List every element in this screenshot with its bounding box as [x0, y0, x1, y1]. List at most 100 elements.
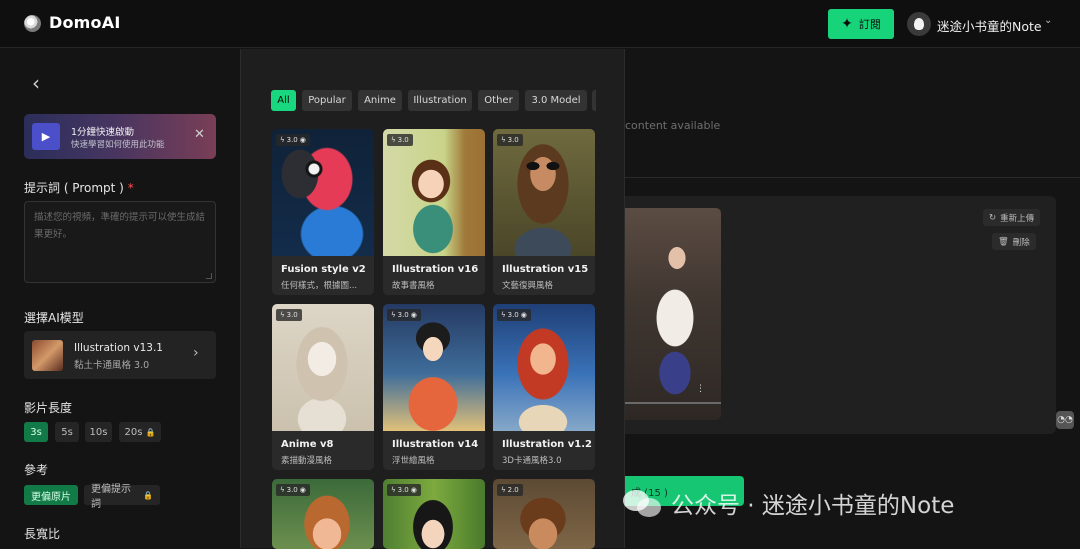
delete-button[interactable]: 🗑 刪除: [992, 233, 1036, 250]
close-icon[interactable]: ✕: [194, 127, 205, 142]
reference-option-original[interactable]: 更偏原片: [24, 485, 78, 505]
bolt-icon: ϟ: [280, 136, 285, 144]
duration-option-5s[interactable]: 5s: [55, 422, 79, 442]
quickstart-subtitle: 快速學習如何使用此功能: [71, 140, 165, 150]
eye-icon: ◉: [520, 311, 527, 319]
quickstart-banner[interactable]: ▶ 1分鐘快速啟動 快速學習如何使用此功能 ✕: [24, 114, 216, 159]
prompt-label: 提示詞 ( Prompt ) *: [24, 179, 134, 196]
reupload-label: 重新上傳: [1000, 213, 1035, 224]
subscribe-button[interactable]: ✦ 訂閱: [828, 9, 894, 39]
back-arrow-icon[interactable]: ‹: [32, 71, 40, 95]
lock-icon: 🔒: [143, 490, 153, 500]
filter-illustration[interactable]: Illustration: [408, 90, 472, 111]
model-preview-image: [383, 129, 485, 256]
model-card-name: Fusion style v2: [281, 264, 366, 275]
duration-option-10s[interactable]: 10s: [85, 422, 112, 442]
trash-icon: 🗑: [998, 236, 1009, 247]
sidebar: ‹ ▶ 1分鐘快速啟動 快速學習如何使用此功能 ✕ 提示詞 ( Prompt )…: [0, 49, 240, 548]
lock-icon: 🔒: [145, 427, 156, 437]
reference-option-prompt[interactable]: 更偏提示詞 🔒: [84, 484, 160, 510]
model-card[interactable]: ϟ 3.0 ◉: [383, 479, 485, 549]
bolt-icon: ϟ: [391, 486, 396, 494]
model-preview-image: [272, 304, 374, 431]
bolt-icon: ϟ: [391, 136, 396, 144]
more-options-icon[interactable]: ⋮: [696, 384, 705, 394]
reference-prompt-label: 更偏提示詞: [91, 484, 131, 510]
version-label: 3.0: [397, 486, 409, 494]
model-preview-image: [272, 129, 374, 256]
model-card[interactable]: ϟ 3.0 ◉ Illustration v14 浮世繪風格: [383, 304, 485, 470]
model-description: 黏土卡通風格 3.0: [74, 360, 150, 371]
prompt-label-text: 提示詞 ( Prompt ): [24, 181, 124, 195]
model-name: Illustration v13.1: [74, 342, 163, 354]
filter-other[interactable]: Other: [478, 90, 519, 111]
model-card[interactable]: ϟ 2.0: [493, 479, 595, 549]
play-icon[interactable]: ▶: [32, 123, 60, 150]
video-thumbnail[interactable]: ⋮: [625, 208, 721, 420]
model-card[interactable]: ϟ 3.0 Illustration v15 文藝復興風格: [493, 129, 595, 295]
bolt-icon: ϟ: [501, 311, 506, 319]
avatar[interactable]: [907, 12, 931, 36]
watermark-text: 公众号 · 迷途小书童的Note: [671, 493, 955, 519]
sparkle-icon: ✦: [841, 16, 853, 32]
empty-state-text: content available: [625, 119, 721, 132]
user-name[interactable]: 迷途小书童的Note: [937, 16, 1042, 35]
version-badge: ϟ 3.0 ◉: [387, 309, 421, 321]
model-card-name: Illustration v15: [502, 264, 589, 275]
version-label: 3.0: [397, 136, 409, 144]
divider: [625, 177, 1080, 178]
duration-option-3s[interactable]: 3s: [24, 422, 48, 442]
model-card-name: Illustration v16: [392, 264, 479, 275]
model-preview-image: [493, 304, 595, 431]
bolt-icon: ϟ: [391, 311, 396, 319]
bolt-icon: ϟ: [280, 311, 285, 319]
prompt-input[interactable]: 描述您的視頻，準確的提示可以使生成結果更好。: [24, 201, 216, 283]
quickstart-title: 1分鐘快速啟動: [71, 127, 135, 138]
version-badge: ϟ 3.0 ◉: [497, 309, 531, 321]
model-card-desc: 故事書風格: [392, 281, 435, 291]
filter-all[interactable]: All: [271, 90, 296, 111]
model-card[interactable]: ϟ 3.0 ◉ Illustration v1.2 3D卡通風格3.0: [493, 304, 595, 470]
model-card[interactable]: ϟ 3.0 Anime v8 素描動漫風格: [272, 304, 374, 470]
model-card-name: Illustration v14: [392, 439, 479, 450]
prompt-placeholder: 描述您的視頻，準確的提示可以使生成結果更好。: [34, 212, 206, 240]
duration-label: 影片長度: [24, 401, 73, 415]
bolt-icon: ϟ: [501, 136, 506, 144]
reupload-button[interactable]: ↻ 重新上傳: [983, 209, 1041, 226]
version-label: 3.0: [397, 311, 409, 319]
eye-icon: ◉: [410, 311, 417, 319]
model-thumbnail: [32, 340, 63, 371]
subscribe-label: 訂閱: [858, 18, 881, 31]
refresh-icon: ↻: [989, 212, 997, 223]
logo-icon: [24, 15, 41, 32]
eye-icon: ◉: [299, 486, 306, 494]
model-preview-image: [493, 129, 595, 256]
model-selector[interactable]: Illustration v13.1 黏土卡通風格 3.0 ›: [24, 331, 216, 379]
model-card[interactable]: ϟ 3.0 ◉ Fusion style v2 任何樣式，根據圖...: [272, 129, 374, 295]
chevron-down-icon[interactable]: ⌄: [1044, 15, 1052, 26]
model-card[interactable]: ϟ 3.0 ◉: [272, 479, 374, 549]
model-label: 選擇AI模型: [24, 311, 84, 325]
bolt-icon: ϟ: [501, 486, 506, 494]
filter-more[interactable]: [592, 90, 596, 111]
duration-option-20s[interactable]: 20s 🔒: [119, 422, 161, 442]
version-label: 3.0: [286, 136, 298, 144]
eye-icon: ◉: [299, 136, 306, 144]
app-logo-text[interactable]: DomoAI: [49, 13, 120, 32]
filter-anime[interactable]: Anime: [358, 90, 402, 111]
resize-handle-icon[interactable]: [206, 273, 212, 279]
version-badge: ϟ 2.0: [497, 484, 523, 496]
model-card-name: Anime v8: [281, 439, 334, 450]
version-label: 3.0: [286, 486, 298, 494]
model-card[interactable]: ϟ 3.0 Illustration v16 故事書風格: [383, 129, 485, 295]
version-badge: ϟ 3.0 ◉: [276, 134, 310, 146]
top-bar: DomoAI ✦ 訂閱 迷途小书童的Note ⌄: [0, 0, 1080, 48]
model-card-desc: 3D卡通風格3.0: [502, 456, 562, 466]
watermark: 公众号 · 迷途小书童的Note: [623, 487, 954, 519]
version-badge: ϟ 3.0: [387, 134, 413, 146]
filter-3-model[interactable]: 3.0 Model: [525, 90, 587, 111]
model-card-desc: 素描動漫風格: [281, 456, 333, 466]
video-progress-bar[interactable]: [625, 402, 721, 404]
filter-popular[interactable]: Popular: [302, 90, 352, 111]
chat-bot-icon[interactable]: ◔◔: [1056, 411, 1074, 429]
